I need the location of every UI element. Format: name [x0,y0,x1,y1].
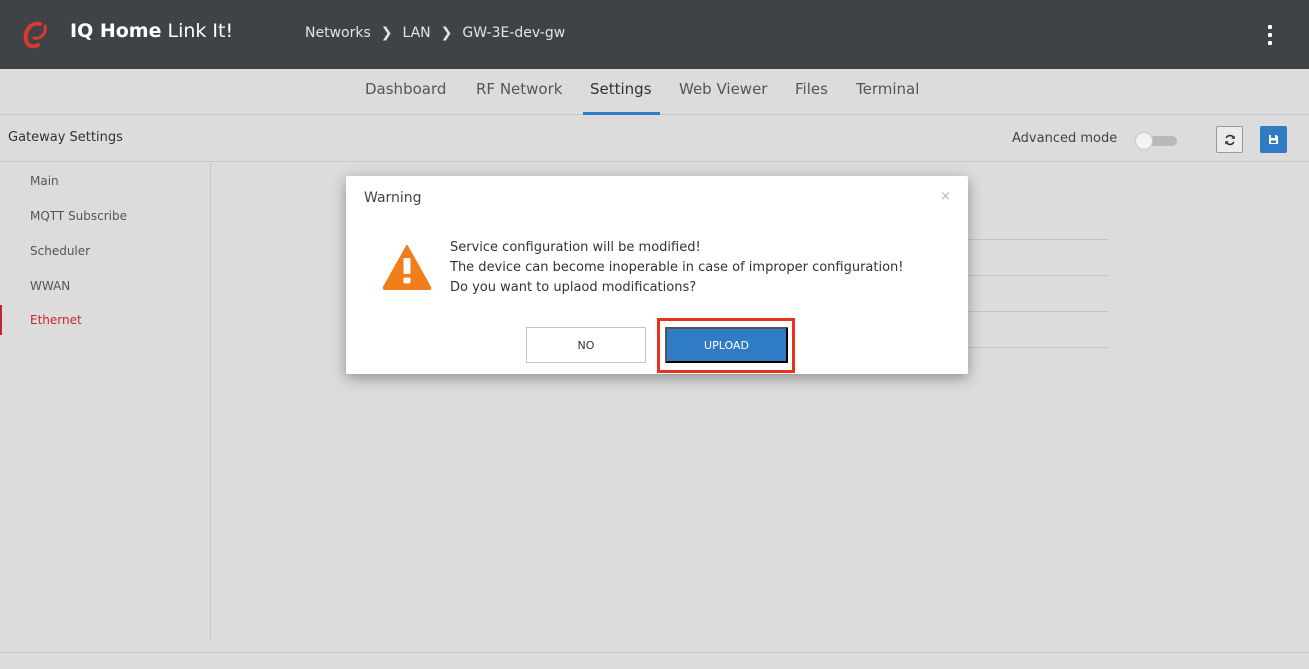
app-title[interactable]: IQ Home Link It! [70,20,233,42]
sidebar-item-mqtt-subscribe[interactable]: MQTT Subscribe [0,201,210,231]
upload-button[interactable]: UPLOAD [665,327,788,363]
refresh-icon [1224,134,1235,145]
sidebar-item-ethernet[interactable]: Ethernet [0,305,210,335]
chevron-right-icon: ❯ [380,25,393,41]
dialog-message: Service configuration will be modified! … [450,238,904,298]
warning-icon [382,245,432,290]
warning-dialog: Warning × Service configuration will be … [346,176,968,374]
top-bar: IQ Home Link It! Networks ❯ LAN ❯ GW-3E-d… [0,0,1309,69]
active-tab-indicator [583,112,660,115]
tab-settings[interactable]: Settings [590,80,652,98]
advanced-mode-toggle[interactable] [1135,132,1177,150]
sidebar-item-main[interactable]: Main [0,166,210,196]
page-title: Gateway Settings [8,130,123,145]
settings-sidebar: Main MQTT Subscribe Scheduler WWAN Ether… [0,163,211,641]
tab-bar: Dashboard RF Network Settings Web Viewer… [0,69,1309,115]
tab-terminal[interactable]: Terminal [856,80,919,98]
save-button[interactable] [1260,126,1287,153]
kebab-menu-icon[interactable] [1262,25,1278,45]
brand-suffix: Link It! [167,20,234,42]
footer-divider [0,652,1309,653]
dialog-title: Warning [364,190,422,206]
message-line: Do you want to uplaod modifications? [450,280,697,295]
tab-dashboard[interactable]: Dashboard [365,80,446,98]
breadcrumb: Networks ❯ LAN ❯ GW-3E-dev-gw [305,25,565,41]
chevron-right-icon: ❯ [440,25,453,41]
refresh-button[interactable] [1216,126,1243,153]
tab-web-viewer[interactable]: Web Viewer [679,80,767,98]
breadcrumb-networks[interactable]: Networks [305,25,371,41]
message-line: The device can become inoperable in case… [450,260,904,275]
save-icon [1269,135,1278,144]
breadcrumb-lan[interactable]: LAN [402,25,430,41]
no-button[interactable]: NO [526,327,646,363]
settings-header: Gateway Settings Advanced mode [0,116,1309,162]
advanced-mode-label: Advanced mode [1012,131,1118,146]
link-logo-icon[interactable] [20,18,50,52]
tab-rf-network[interactable]: RF Network [476,80,562,98]
tab-files[interactable]: Files [795,80,828,98]
sidebar-item-wwan[interactable]: WWAN [0,271,210,301]
message-line: Service configuration will be modified! [450,240,701,255]
close-icon[interactable]: × [940,189,951,204]
brand-name: IQ Home [70,20,162,42]
sidebar-item-scheduler[interactable]: Scheduler [0,236,210,266]
breadcrumb-gateway[interactable]: GW-3E-dev-gw [462,25,565,41]
